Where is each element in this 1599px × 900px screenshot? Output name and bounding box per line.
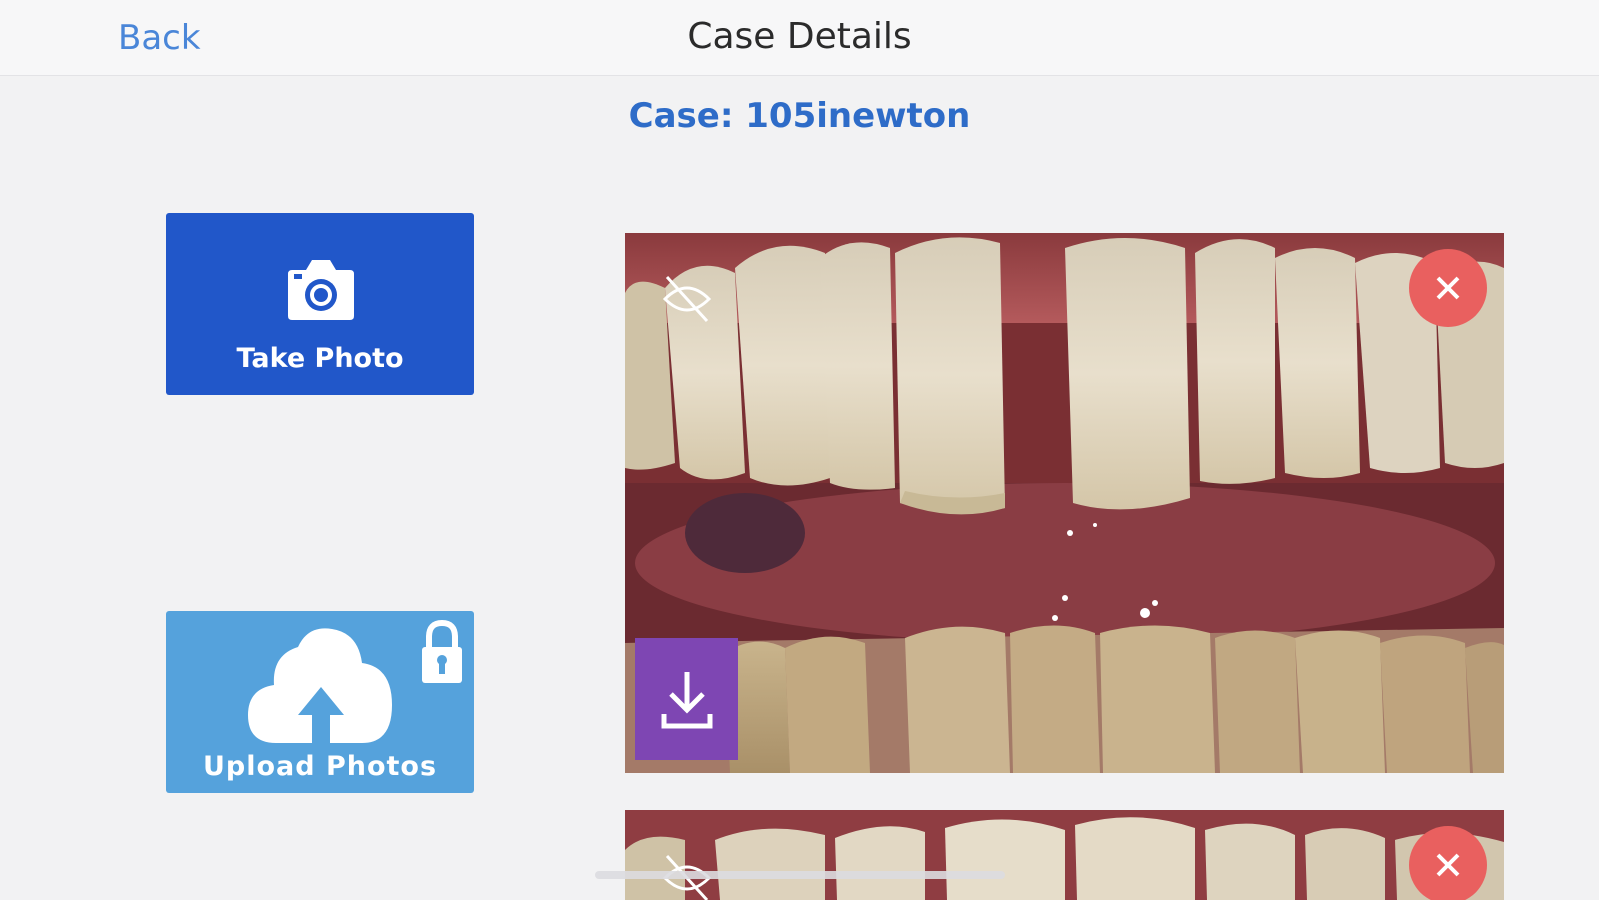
- lock-icon: [422, 619, 462, 683]
- case-photo[interactable]: [625, 233, 1504, 773]
- page-title: Case Details: [687, 16, 912, 57]
- eye-slash-icon[interactable]: [659, 273, 715, 325]
- navigation-bar: Back Case Details: [0, 0, 1599, 76]
- case-photo[interactable]: [625, 810, 1504, 900]
- take-photo-button[interactable]: Take Photo: [166, 213, 474, 395]
- dental-photo: [625, 810, 1504, 900]
- close-icon: [1436, 276, 1460, 300]
- download-photo-button[interactable]: [635, 638, 738, 760]
- delete-photo-button[interactable]: [1409, 249, 1487, 327]
- case-title: Case: 105inewton: [628, 96, 971, 136]
- delete-photo-button[interactable]: [1409, 826, 1487, 900]
- camera-icon: [288, 260, 354, 320]
- upload-photos-label: Upload Photos: [202, 751, 438, 782]
- dental-photo: [625, 233, 1504, 773]
- cloud-upload-icon: [248, 628, 392, 747]
- scroll-indicator[interactable]: [595, 871, 1005, 879]
- close-icon: [1436, 853, 1460, 877]
- upload-photos-button[interactable]: Upload Photos: [166, 611, 474, 793]
- take-photo-label: Take Photo: [236, 343, 404, 374]
- download-icon: [661, 672, 713, 729]
